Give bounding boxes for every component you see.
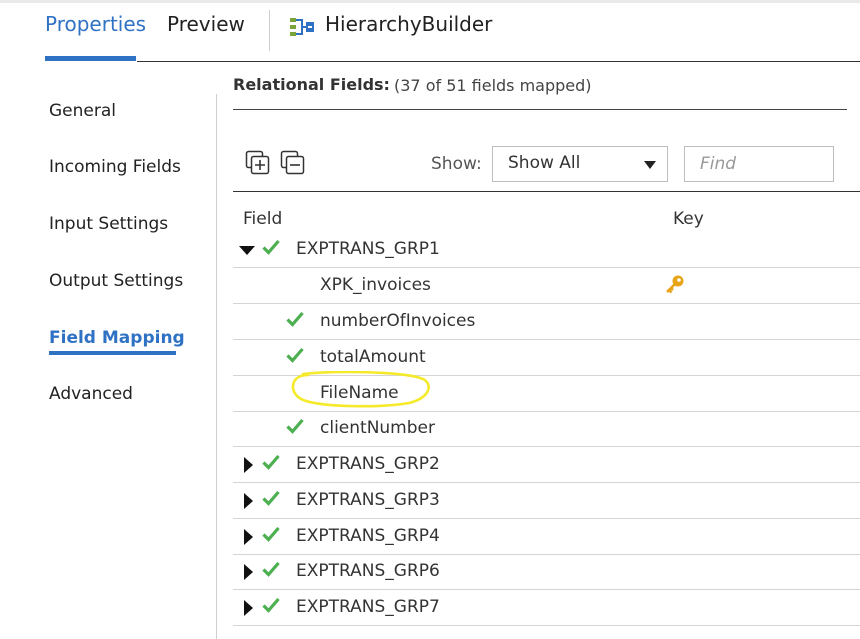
sidenav-divider	[216, 94, 217, 639]
field-name: EXPTRANS_GRP1	[296, 239, 440, 259]
tree-row-numberofinvoices[interactable]: numberOfInvoices	[233, 304, 860, 340]
collapse-all-icon[interactable]	[280, 150, 306, 176]
tab-properties[interactable]: Properties	[45, 12, 146, 36]
header-divider-line	[137, 61, 860, 62]
tab-preview[interactable]: Preview	[167, 12, 245, 36]
tree-row-totalamount[interactable]: totalAmount	[233, 340, 860, 376]
tree-row-clientnumber[interactable]: clientNumber	[233, 411, 860, 447]
sidenav-item-output-settings[interactable]: Output Settings	[49, 271, 183, 291]
column-header-key: Key	[673, 209, 704, 229]
section-divider	[233, 109, 847, 110]
caret-right-icon[interactable]	[244, 457, 253, 473]
checkmark-icon	[262, 454, 280, 470]
tree-row-xpk-invoices[interactable]: XPK_invoices	[233, 268, 860, 304]
show-filter-value: Show All	[508, 153, 581, 173]
field-name: FileName	[320, 383, 399, 403]
toolbar-divider	[233, 191, 860, 192]
tree-row-exptrans-grp1[interactable]: EXPTRANS_GRP1	[233, 232, 860, 268]
caret-down-icon[interactable]	[239, 246, 255, 255]
field-name: clientNumber	[320, 418, 435, 438]
field-name: EXPTRANS_GRP4	[296, 526, 440, 546]
sidenav-item-input-settings[interactable]: Input Settings	[49, 214, 168, 234]
sidenav-item-general[interactable]: General	[49, 101, 116, 121]
checkmark-icon	[262, 239, 280, 255]
caret-right-icon[interactable]	[244, 564, 253, 580]
caret-right-icon[interactable]	[244, 493, 253, 509]
sidenav-item-advanced[interactable]: Advanced	[49, 384, 133, 404]
sidenav-active-indicator	[49, 351, 176, 355]
top-border	[0, 0, 860, 3]
tree-row-exptrans-grp7[interactable]: EXPTRANS_GRP7	[233, 590, 860, 626]
expand-all-icon[interactable]	[245, 150, 271, 176]
field-name: EXPTRANS_GRP3	[296, 490, 440, 510]
field-name: EXPTRANS_GRP7	[296, 597, 440, 617]
key-icon	[666, 275, 684, 294]
mapped-count: (37 of 51 fields mapped)	[394, 76, 592, 95]
checkmark-icon	[262, 490, 280, 506]
app-title: HierarchyBuilder	[325, 12, 493, 36]
checkmark-icon	[286, 311, 304, 327]
tree-row-exptrans-grp3[interactable]: EXPTRANS_GRP3	[233, 483, 860, 519]
field-name: EXPTRANS_GRP2	[296, 454, 440, 474]
show-filter-select[interactable]: Show All	[492, 146, 668, 182]
field-name: EXPTRANS_GRP6	[296, 561, 440, 581]
tree-row-exptrans-grp4[interactable]: EXPTRANS_GRP4	[233, 519, 860, 555]
find-input[interactable]	[684, 146, 834, 182]
checkmark-icon	[262, 526, 280, 542]
caret-right-icon[interactable]	[244, 529, 253, 545]
tree-row-filename[interactable]: FileName	[233, 376, 860, 412]
checkmark-icon	[286, 347, 304, 363]
field-name: totalAmount	[320, 347, 426, 367]
hierarchy-builder-icon	[290, 18, 314, 36]
show-filter-label: Show:	[431, 154, 482, 174]
sidenav-item-incoming-fields[interactable]: Incoming Fields	[49, 157, 181, 177]
column-header-field: Field	[243, 209, 283, 229]
checkmark-icon	[262, 561, 280, 577]
relational-fields-label: Relational Fields:	[233, 75, 390, 94]
caret-right-icon[interactable]	[244, 600, 253, 616]
checkmark-icon	[262, 597, 280, 613]
tree-row-exptrans-grp6[interactable]: EXPTRANS_GRP6	[233, 554, 860, 590]
tree-row-exptrans-grp2[interactable]: EXPTRANS_GRP2	[233, 447, 860, 483]
dropdown-arrow-icon	[644, 161, 656, 169]
sidenav-item-field-mapping[interactable]: Field Mapping	[49, 328, 185, 348]
field-name: numberOfInvoices	[320, 311, 476, 331]
checkmark-icon	[286, 418, 304, 434]
tab-active-indicator	[45, 56, 136, 61]
field-name: XPK_invoices	[320, 275, 431, 295]
header-divider	[269, 10, 270, 51]
